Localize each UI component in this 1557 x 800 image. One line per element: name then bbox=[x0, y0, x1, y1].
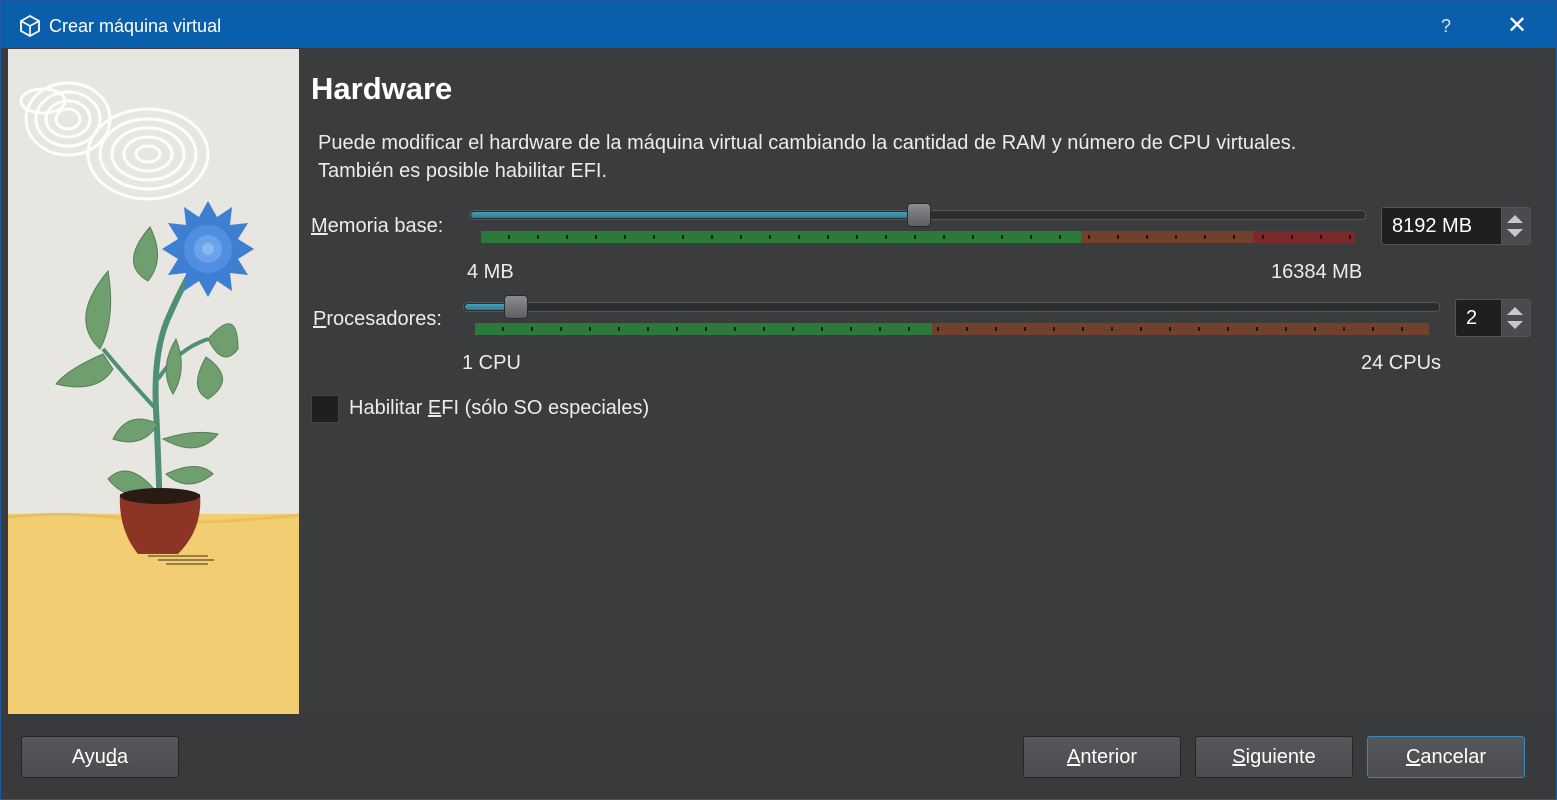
processors-label: Procesadores: bbox=[313, 308, 442, 331]
efi-checkbox[interactable] bbox=[311, 395, 339, 423]
description-line-1: Puede modificar el hardware de la máquin… bbox=[318, 132, 1297, 154]
help-icon[interactable]: ? bbox=[1431, 11, 1461, 41]
next-button-text: iguiente bbox=[1245, 746, 1316, 768]
processors-label-rest: rocesadores: bbox=[326, 308, 442, 330]
cancel-button[interactable]: Cancelar bbox=[1367, 736, 1525, 778]
next-button[interactable]: Siguiente bbox=[1195, 736, 1353, 778]
cancel-button-mnemonic: C bbox=[1405, 746, 1421, 768]
memory-value[interactable]: 8192 MB bbox=[1392, 215, 1472, 238]
next-button-mnemonic: S bbox=[1232, 746, 1246, 768]
memory-scale-ticks bbox=[481, 231, 1355, 243]
window-title: Crear máquina virtual bbox=[49, 16, 222, 36]
processors-spin-buttons bbox=[1501, 300, 1530, 336]
page-title: Hardware bbox=[311, 71, 453, 106]
spin-down-icon[interactable] bbox=[1507, 229, 1523, 237]
help-button-text-pre: Ayu bbox=[71, 746, 106, 768]
processors-min-label: 1 CPU bbox=[462, 352, 521, 374]
memory-min-label: 4 MB bbox=[467, 261, 514, 283]
spin-up-icon[interactable] bbox=[1507, 307, 1523, 315]
efi-label-prefix: Habilitar bbox=[349, 397, 428, 419]
processors-label-mnemonic: P bbox=[313, 308, 327, 330]
memory-slider-handle[interactable] bbox=[906, 203, 931, 227]
spin-down-icon[interactable] bbox=[1507, 321, 1523, 329]
memory-spin-buttons bbox=[1501, 208, 1530, 244]
title-bar: Crear máquina virtual ? ✕ bbox=[1, 1, 1556, 48]
processors-scale bbox=[475, 323, 1429, 335]
memory-max-label: 16384 MB bbox=[1271, 261, 1363, 283]
help-button-mnemonic: d bbox=[105, 746, 118, 768]
button-bar: Ayuda Anterior Siguiente Cancelar bbox=[1, 714, 1556, 799]
back-button[interactable]: Anterior bbox=[1023, 736, 1181, 778]
efi-label-rest: FI (sólo SO especiales) bbox=[441, 397, 650, 419]
back-button-mnemonic: A bbox=[1066, 746, 1081, 768]
memory-label-mnemonic: M bbox=[311, 215, 328, 237]
efi-label-mnemonic: E bbox=[427, 397, 442, 419]
flower-pot-illustration bbox=[8, 49, 299, 714]
memory-label: Memoria base: bbox=[311, 215, 443, 238]
memory-scale bbox=[481, 231, 1355, 243]
processors-value[interactable]: 2 bbox=[1466, 307, 1477, 330]
memory-label-rest: emoria base: bbox=[327, 215, 444, 237]
spin-up-icon[interactable] bbox=[1507, 215, 1523, 223]
processors-slider-handle[interactable] bbox=[504, 295, 529, 319]
efi-checkbox-label[interactable]: Habilitar EFI (sólo SO especiales) bbox=[349, 397, 649, 420]
create-vm-dialog: Crear máquina virtual ? ✕ Hardware Puede… bbox=[0, 0, 1557, 800]
virtualbox-app-icon bbox=[20, 15, 40, 37]
wizard-illustration bbox=[8, 49, 299, 714]
description-line-2: También es posible habilitar EFI. bbox=[318, 160, 608, 182]
processors-spinbox[interactable]: 2 bbox=[1455, 299, 1531, 337]
processors-scale-ticks bbox=[475, 323, 1429, 335]
page-description: Puede modificar el hardware de la máquin… bbox=[318, 129, 1468, 185]
back-button-text: nterior bbox=[1080, 746, 1138, 768]
memory-spinbox[interactable]: 8192 MB bbox=[1381, 207, 1531, 245]
processors-slider[interactable] bbox=[463, 302, 1440, 312]
processors-max-label: 24 CPUs bbox=[1361, 352, 1442, 374]
help-button[interactable]: Ayuda bbox=[21, 736, 179, 778]
wizard-content: Hardware Puede modificar el hardware de … bbox=[299, 49, 1556, 714]
cancel-button-text: ancelar bbox=[1420, 746, 1487, 768]
close-icon[interactable]: ✕ bbox=[1501, 11, 1533, 41]
help-button-text-post: a bbox=[117, 746, 129, 768]
memory-slider-fill bbox=[471, 212, 920, 218]
